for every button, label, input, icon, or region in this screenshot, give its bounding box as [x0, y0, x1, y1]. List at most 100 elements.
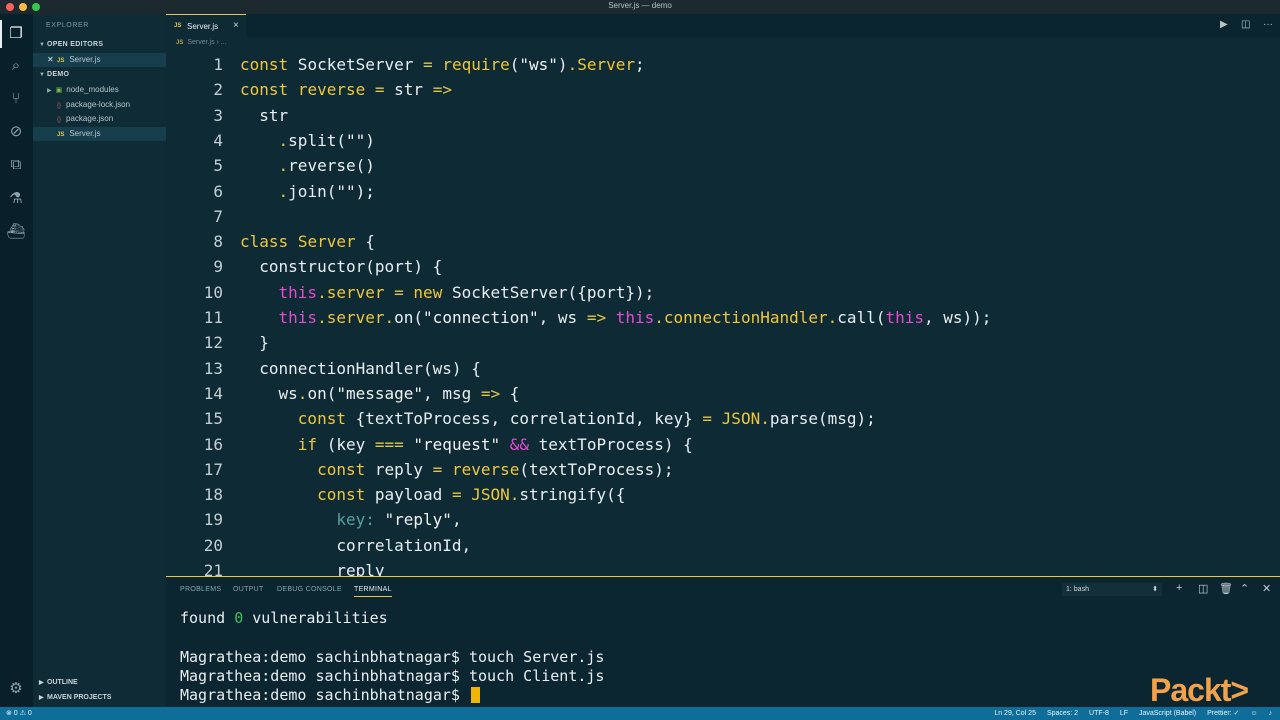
open-editor-item[interactable]: ✕ JS Server.js [33, 53, 166, 67]
tab-output[interactable]: OUTPUT [233, 586, 264, 593]
maximize-panel-icon[interactable]: ⌃ [1240, 582, 1249, 595]
code-text[interactable]: class Server { [240, 229, 375, 254]
code-text[interactable]: reply [240, 558, 384, 576]
tree-item-package-lock[interactable]: {} package-lock.json [33, 98, 166, 112]
gear-icon[interactable]: ⚙ [6, 679, 26, 699]
split-terminal-icon[interactable]: ◫ [1198, 582, 1208, 595]
code-text[interactable]: .reverse() [240, 153, 375, 178]
line-number: 11 [203, 308, 223, 327]
flask-icon[interactable]: ⚗ [6, 189, 26, 209]
activity-bar: ❐ ⌕ ⑂ ⊘ ⧉ ⚗ ⛴ ⚙ [0, 14, 33, 707]
trash-icon[interactable]: 🗑 [1219, 582, 1233, 595]
js-file-icon: JS [57, 58, 65, 64]
tab-problems[interactable]: PROBLEMS [180, 586, 221, 593]
line-number: 4 [213, 130, 223, 150]
tab-server-js[interactable]: JS Server.js × [166, 14, 246, 38]
line-number: 13 [203, 358, 223, 378]
more-actions-icon[interactable]: ··· [1263, 19, 1273, 30]
code-text[interactable]: connectionHandler(ws) { [240, 356, 481, 381]
line-number: 6 [213, 181, 223, 201]
demo-folder-header[interactable]: ▼ DEMO [39, 71, 69, 78]
code-text[interactable]: this.server.on("connection", ws => this.… [240, 305, 992, 330]
breadcrumb: JS Server.js › ... [176, 39, 227, 46]
split-editor-icon[interactable]: ◫ [1241, 19, 1250, 30]
code-text[interactable]: constructor(port) { [240, 254, 442, 279]
line-number: 18 [203, 485, 223, 505]
tab-debug-console[interactable]: DEBUG CONSOLE [277, 586, 342, 593]
bell-icon[interactable]: ♪ [1269, 710, 1273, 717]
problems-status[interactable]: ⊗ 0 ⚠ 0 [6, 707, 32, 720]
status-cursor-position[interactable]: Ln 29, Col 25 [994, 710, 1036, 717]
smiley-icon[interactable]: ☺ [1250, 710, 1257, 717]
terminal-line: Magrathea:demo sachinbhatnagar$ touch Se… [180, 648, 605, 666]
tab-label: Server.js [187, 22, 219, 31]
code-text[interactable]: correlationId, [240, 533, 471, 558]
code-text[interactable]: .join(""); [240, 179, 375, 204]
line-number: 10 [203, 282, 223, 302]
status-indentation[interactable]: Spaces: 2 [1047, 710, 1078, 717]
title-bar: Server.js — demo [0, 0, 1280, 14]
code-text[interactable]: this.server = new SocketServer({port}); [240, 280, 655, 305]
breadcrumb-file[interactable]: Server.js [187, 39, 214, 46]
tree-item-package-json[interactable]: {} package.json [33, 112, 166, 126]
code-text[interactable]: const reply = reverse(textToProcess); [240, 457, 673, 482]
terminal-select[interactable]: 1: bash ⬍ [1062, 583, 1162, 596]
status-encoding[interactable]: UTF-8 [1089, 710, 1109, 717]
line-number: 8 [213, 232, 223, 252]
files-icon[interactable]: ❐ [0, 20, 26, 48]
line-number: 2 [213, 80, 223, 100]
close-icon[interactable]: ✕ [47, 53, 57, 67]
search-icon[interactable]: ⌕ [6, 56, 26, 76]
terminal-prompt[interactable]: Magrathea:demo sachinbhatnagar$ [180, 686, 480, 705]
open-editors-header[interactable]: ▼ OPEN EDITORS [39, 41, 103, 48]
terminal-line: found 0 vulnerabilities [180, 609, 388, 627]
docker-icon[interactable]: ⛴ [6, 222, 26, 242]
explorer-title: EXPLORER [46, 22, 89, 29]
json-file-icon: {} [57, 103, 62, 109]
status-bar: ⊗ 0 ⚠ 0 Ln 29, Col 25 Spaces: 2 UTF-8 LF… [0, 707, 1280, 720]
line-number: 19 [203, 510, 223, 530]
js-file-icon: JS [176, 40, 184, 46]
tab-terminal[interactable]: TERMINAL [354, 586, 392, 597]
editor-tab-bar: JS Server.js × ▶ ◫ ··· [166, 14, 1280, 38]
code-editor[interactable]: 1 const SocketServer = require("ws").Serv… [166, 52, 1280, 576]
line-number: 12 [203, 333, 223, 353]
line-number: 20 [203, 535, 223, 555]
code-text[interactable]: const {textToProcess, correlationId, key… [240, 406, 876, 431]
terminal-cursor [470, 687, 480, 703]
run-icon[interactable]: ▶ [1220, 19, 1228, 30]
close-panel-icon[interactable]: ✕ [1262, 582, 1271, 595]
code-text[interactable]: str [240, 103, 288, 128]
code-text[interactable]: key: "reply", [240, 507, 461, 532]
status-prettier[interactable]: Prettier: ✓ [1207, 710, 1239, 717]
bottom-panel: PROBLEMS OUTPUT DEBUG CONSOLE TERMINAL 1… [166, 576, 1280, 707]
code-text[interactable]: } [240, 330, 269, 355]
debug-icon[interactable]: ⊘ [6, 122, 26, 142]
code-text[interactable]: const payload = JSON.stringify({ [240, 482, 625, 507]
js-file-icon: JS [174, 23, 182, 29]
line-number: 17 [203, 459, 223, 479]
status-language[interactable]: JavaScript (Babel) [1139, 710, 1196, 717]
code-text[interactable]: const reverse = str => [240, 77, 452, 102]
close-icon[interactable]: × [233, 20, 239, 31]
line-number: 14 [203, 383, 223, 403]
line-number: 5 [213, 156, 223, 176]
line-number: 1 [213, 55, 223, 74]
code-text[interactable]: const SocketServer = require("ws").Serve… [240, 52, 645, 77]
code-text[interactable]: if (key === "request" && textToProcess) … [240, 432, 693, 457]
outline-header[interactable]: ▶ OUTLINE [39, 679, 78, 686]
maven-projects-header[interactable]: ▶ MAVEN PROJECTS [39, 694, 111, 701]
code-text[interactable]: .split("") [240, 128, 375, 153]
line-number: 16 [203, 434, 223, 454]
chevron-right-icon: ▶ [47, 88, 52, 94]
js-file-icon: JS [57, 132, 65, 138]
tree-item-node-modules[interactable]: ▶ ▣ node_modules [33, 83, 166, 97]
code-text[interactable]: ws.on("message", msg => { [240, 381, 520, 406]
add-terminal-icon[interactable]: + [1176, 582, 1182, 594]
status-eol[interactable]: LF [1120, 710, 1128, 717]
extensions-icon[interactable]: ⧉ [6, 155, 26, 175]
source-control-icon[interactable]: ⑂ [6, 89, 26, 109]
tree-item-server-js[interactable]: JS Server.js [33, 127, 166, 141]
line-number: 15 [203, 409, 223, 429]
explorer-sidebar: EXPLORER ▼ OPEN EDITORS ✕ JS Server.js ▼ DEM… [33, 14, 166, 707]
